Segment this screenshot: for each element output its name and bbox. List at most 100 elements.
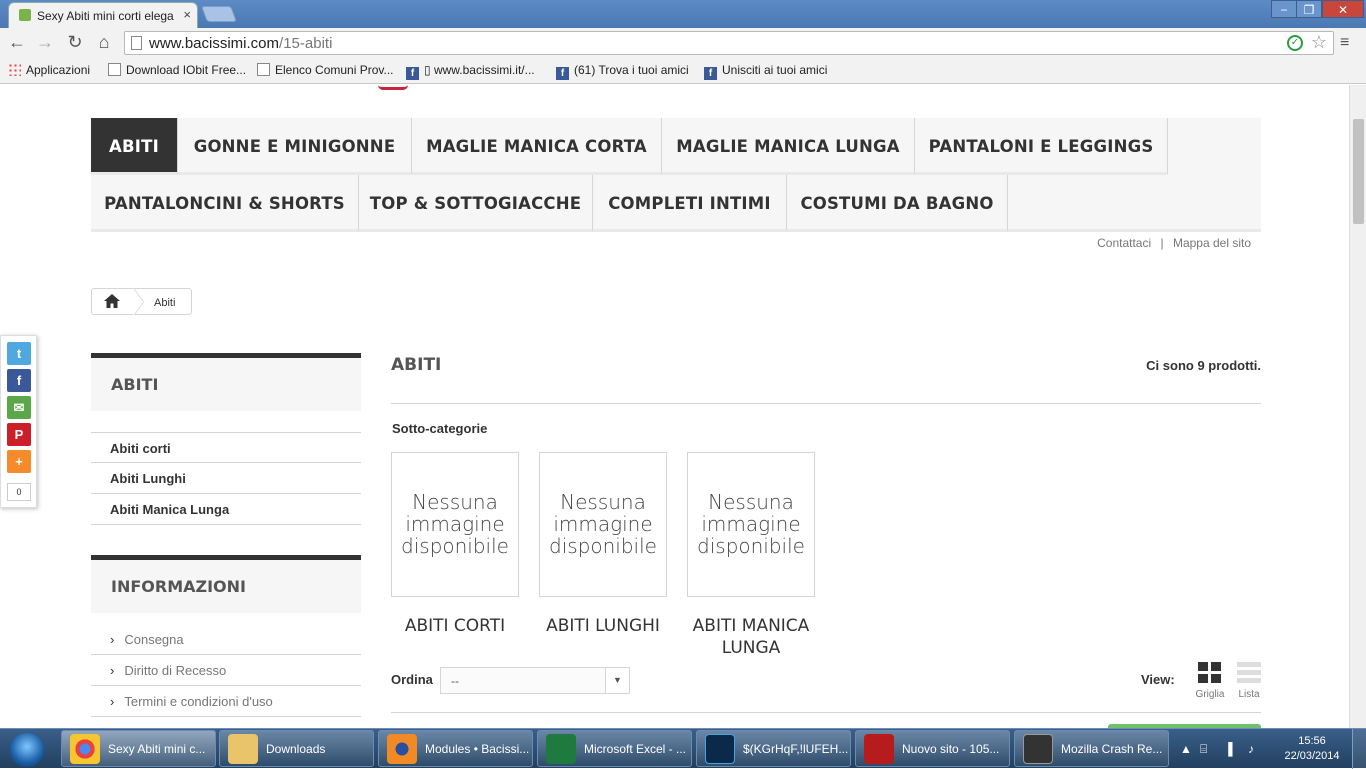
bookmark-unisciti[interactable]: f Unisciti ai tuoi amici: [704, 63, 827, 80]
browser-menu-icon[interactable]: ≡: [1340, 34, 1349, 52]
info-consegna[interactable]: › Consegna: [91, 624, 361, 655]
grid-view-label: Griglia: [1195, 689, 1225, 700]
subcategory-link-abiti-manica-lunga[interactable]: ABITI MANICA LUNGA: [676, 615, 826, 659]
check-icon[interactable]: ✓: [1287, 35, 1303, 51]
bookmark-iobit[interactable]: Download IObit Free...: [108, 63, 246, 77]
page-title: ABITI: [391, 355, 442, 375]
breadcrumb-current: Abiti: [154, 297, 176, 309]
sort-value: --: [451, 674, 459, 688]
reload-icon[interactable]: ↻: [64, 32, 86, 53]
menu-item-costumi[interactable]: COSTUMI DA BAGNO: [787, 175, 1008, 232]
network-icon[interactable]: ▐: [1224, 742, 1233, 756]
chevron-right-icon: ›: [110, 663, 115, 678]
url-host: www.bacissimi.com: [149, 35, 280, 52]
grid-view-button[interactable]: Griglia: [1195, 662, 1225, 700]
menu-item-completi[interactable]: COMPLETI INTIMI: [593, 175, 787, 232]
volume-icon[interactable]: ♪: [1248, 742, 1254, 756]
list-view-button[interactable]: Lista: [1234, 662, 1264, 700]
sitemap-link[interactable]: Mappa del sito: [1173, 236, 1251, 250]
taskbar: Sexy Abiti mini c... Downloads Modules •…: [0, 728, 1366, 769]
breadcrumb-separator-inner: [133, 288, 143, 316]
share-bar: t f ✉ P + 0: [0, 335, 37, 508]
subcategory-image-abiti-corti[interactable]: Nessuna immagine disponibile: [391, 452, 519, 597]
apps-icon: [8, 63, 21, 76]
filezilla-icon: [864, 734, 894, 764]
forward-arrow-icon[interactable]: →: [34, 32, 56, 53]
subcategory-image-abiti-manica-lunga[interactable]: Nessuna immagine disponibile: [687, 452, 815, 597]
task-excel[interactable]: Microsoft Excel - ...: [537, 730, 692, 767]
info-block-title[interactable]: INFORMAZIONI: [91, 555, 361, 613]
task-crash-reporter[interactable]: Mozilla Crash Re...: [1014, 730, 1169, 767]
breadcrumb: Abiti: [91, 288, 192, 316]
subcategory-image-abiti-lunghi[interactable]: Nessuna immagine disponibile: [539, 452, 667, 597]
chevron-right-icon: ›: [110, 694, 115, 709]
email-icon[interactable]: ✉: [7, 396, 31, 419]
sort-select[interactable]: -- ▼: [440, 667, 630, 694]
categories-block-title[interactable]: ABITI: [91, 353, 361, 411]
category-abiti-lunghi[interactable]: Abiti Lunghi: [91, 463, 361, 494]
browser-tab[interactable]: Sexy Abiti mini corti elega ×: [8, 2, 198, 28]
tray-expand-icon[interactable]: ▲: [1180, 742, 1192, 756]
subcategory-link-abiti-lunghi[interactable]: ABITI LUNGHI: [528, 615, 678, 637]
back-arrow-icon[interactable]: ←: [6, 32, 28, 53]
pinterest-icon[interactable]: P: [7, 423, 31, 446]
task-downloads[interactable]: Downloads: [219, 730, 374, 767]
minimize-icon[interactable]: −: [1271, 0, 1297, 18]
start-button[interactable]: [2, 730, 52, 768]
menu-item-gonne[interactable]: GONNE E MINIGONNE: [178, 118, 412, 175]
chevron-down-icon[interactable]: ▼: [605, 668, 629, 693]
category-abiti-manica-lunga[interactable]: Abiti Manica Lunga: [91, 494, 361, 525]
chrome-icon: [70, 734, 100, 764]
menu-item-pantaloncini[interactable]: PANTALONCINI & SHORTS: [91, 175, 359, 232]
page-scrollbar[interactable]: [1349, 85, 1366, 728]
show-desktop-button[interactable]: [1352, 729, 1366, 769]
twitter-icon[interactable]: t: [7, 342, 31, 365]
info-termini[interactable]: › Termini e condizioni d'uso: [91, 686, 361, 717]
contact-link[interactable]: Contattaci: [1097, 236, 1151, 250]
bookmark-star-icon[interactable]: ☆: [1311, 32, 1327, 53]
restore-icon[interactable]: ❐: [1296, 0, 1322, 18]
page-icon: [131, 36, 142, 50]
product-count: Ci sono 9 prodotti.: [1146, 358, 1261, 373]
sort-label: Ordina: [391, 672, 433, 687]
home-icon[interactable]: [104, 294, 120, 308]
new-tab-button[interactable]: [201, 6, 237, 22]
menu-item-abiti[interactable]: ABITI: [91, 118, 178, 175]
windows-logo-icon: [10, 733, 44, 767]
no-image-placeholder: Nessuna immagine disponibile: [697, 490, 805, 558]
tray-device-icon[interactable]: ⌸: [1200, 742, 1207, 757]
url-input[interactable]: www.bacissimi.com/15-abiti ✓ ☆: [124, 31, 1334, 55]
menu-item-top[interactable]: TOP & SOTTOGIACCHE: [359, 175, 593, 232]
excel-icon: [546, 734, 576, 764]
task-photoshop[interactable]: $(KGrHqF,!lUFEH...: [696, 730, 851, 767]
close-window-icon[interactable]: ✕: [1322, 0, 1364, 18]
home-icon[interactable]: ⌂: [93, 32, 115, 53]
task-firefox[interactable]: Modules • Bacissi...: [378, 730, 533, 767]
task-chrome[interactable]: Sexy Abiti mini c...: [61, 730, 216, 767]
url-path: /15-abiti: [279, 35, 333, 52]
firefox-icon: [387, 734, 417, 764]
scrollbar-thumb[interactable]: [1353, 119, 1364, 224]
menu-item-maglie-lunga[interactable]: MAGLIE MANICA LUNGA: [662, 118, 915, 175]
main-menu: ABITI GONNE E MINIGONNE MAGLIE MANICA CO…: [91, 118, 1261, 232]
clock[interactable]: 15:56 22/03/2014: [1282, 734, 1342, 764]
no-image-placeholder: Nessuna immagine disponibile: [549, 490, 657, 558]
info-diritto-recesso[interactable]: › Diritto di Recesso: [91, 655, 361, 686]
grid-icon: [1198, 662, 1222, 684]
bookmark-comuni[interactable]: Elenco Comuni Prov...: [257, 63, 394, 77]
bookmark-bacissimi[interactable]: f ▯ www.bacissimi.it/...: [406, 63, 535, 80]
category-abiti-corti[interactable]: Abiti corti: [91, 432, 361, 463]
facebook-share-icon[interactable]: f: [7, 369, 31, 392]
page-viewport: ABITI GONNE E MINIGONNE MAGLIE MANICA CO…: [0, 85, 1349, 728]
menu-item-maglie-corta[interactable]: MAGLIE MANICA CORTA: [412, 118, 662, 175]
subcategory-link-abiti-corti[interactable]: ABITI CORTI: [380, 615, 530, 637]
tab-close-icon[interactable]: ×: [183, 7, 191, 22]
facebook-icon: f: [556, 67, 569, 80]
share-count: 0: [7, 483, 31, 501]
bookmark-trova-amici[interactable]: f (61) Trova i tuoi amici: [556, 63, 689, 80]
task-filezilla[interactable]: Nuovo sito - 105...: [855, 730, 1010, 767]
bookmark-apps[interactable]: Applicazioni: [8, 63, 90, 77]
top-links: Contattaci | Mappa del sito: [1097, 236, 1251, 250]
menu-item-pantaloni[interactable]: PANTALONI E LEGGINGS: [915, 118, 1168, 175]
addthis-icon[interactable]: +: [7, 450, 31, 473]
